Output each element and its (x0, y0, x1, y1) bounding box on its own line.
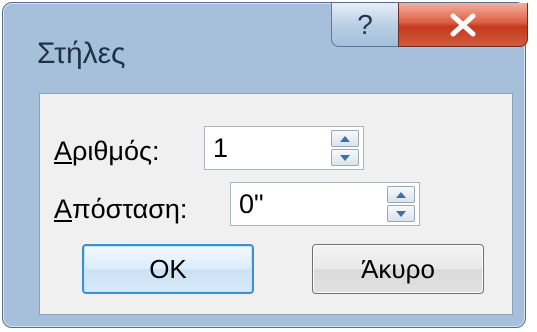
help-button[interactable]: ? (331, 3, 399, 47)
spacing-down-button[interactable] (387, 205, 415, 222)
dialog-title: Στήλες (37, 37, 126, 70)
triangle-up-icon (340, 135, 350, 142)
triangle-down-icon (340, 154, 350, 161)
dialog-window: Στήλες ? Αριθμός: 1 Απόσταση: 0" OK Άκυρ… (2, 2, 528, 328)
number-field[interactable]: 1 (213, 133, 228, 164)
dialog-body: Αριθμός: 1 Απόσταση: 0" OK Άκυρο (39, 93, 513, 315)
spacing-up-button[interactable] (387, 186, 415, 203)
close-icon (450, 13, 476, 36)
number-spinner[interactable]: 1 (204, 126, 364, 170)
question-icon: ? (357, 8, 373, 40)
triangle-up-icon (396, 191, 406, 198)
number-label: Αριθμός: (54, 136, 160, 166)
ok-button[interactable]: OK (82, 244, 254, 294)
cancel-button[interactable]: Άκυρο (312, 244, 484, 294)
spacing-spinner[interactable]: 0" (230, 182, 420, 226)
spacing-label: Απόσταση: (54, 194, 188, 224)
number-down-button[interactable] (331, 149, 359, 166)
close-button[interactable] (398, 3, 528, 47)
spacing-field[interactable]: 0" (239, 189, 264, 220)
triangle-down-icon (396, 210, 406, 217)
number-up-button[interactable] (331, 130, 359, 147)
